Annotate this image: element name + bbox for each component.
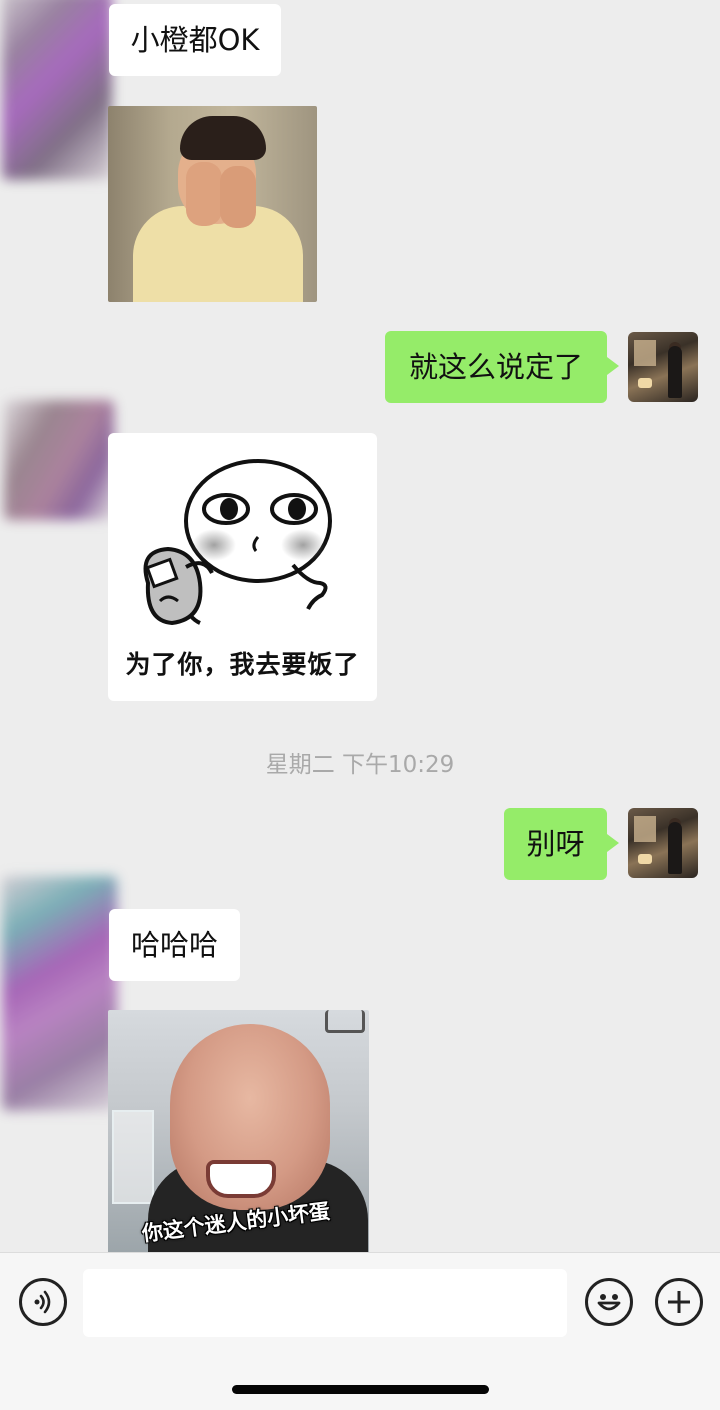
voice-button[interactable]	[19, 1278, 67, 1326]
message-text: 别呀	[526, 826, 585, 861]
outgoing-message-bubble[interactable]: 别呀	[504, 808, 619, 880]
message-input[interactable]	[83, 1269, 567, 1337]
chat-area[interactable]: 小橙都OK 就这么说定了 为了你，我去要饭了 星期二 下午10:29 别呀 哈哈…	[0, 0, 720, 1252]
contact-avatar[interactable]	[2, 0, 112, 180]
home-indicator[interactable]	[232, 1385, 489, 1394]
incoming-message-bubble[interactable]: 哈哈哈	[109, 909, 240, 981]
emoji-button[interactable]	[585, 1278, 633, 1326]
voice-icon	[34, 1290, 51, 1314]
message-timestamp: 星期二 下午10:29	[265, 752, 455, 778]
my-avatar[interactable]	[628, 332, 698, 402]
sticker-image[interactable]: 你这个迷人的小坏蛋	[108, 1010, 369, 1252]
contact-avatar[interactable]	[4, 400, 114, 520]
cartoon-face-icon	[143, 459, 332, 626]
plus-icon	[668, 1291, 690, 1313]
message-text: 哈哈哈	[130, 927, 218, 962]
my-avatar[interactable]	[628, 808, 698, 878]
sticker-image[interactable]	[108, 106, 317, 302]
outgoing-message-bubble[interactable]: 就这么说定了	[385, 331, 619, 403]
sticker-caption: 为了你，我去要饭了	[125, 650, 360, 679]
incoming-message-bubble[interactable]: 小橙都OK	[109, 4, 281, 76]
contact-avatar[interactable]	[2, 876, 117, 1111]
message-text: 就这么说定了	[408, 349, 583, 384]
add-attachment-button[interactable]	[655, 1278, 703, 1326]
emoji-icon	[597, 1294, 621, 1311]
message-text: 小橙都OK	[130, 22, 260, 57]
sticker-image[interactable]: 为了你，我去要饭了	[108, 433, 377, 701]
